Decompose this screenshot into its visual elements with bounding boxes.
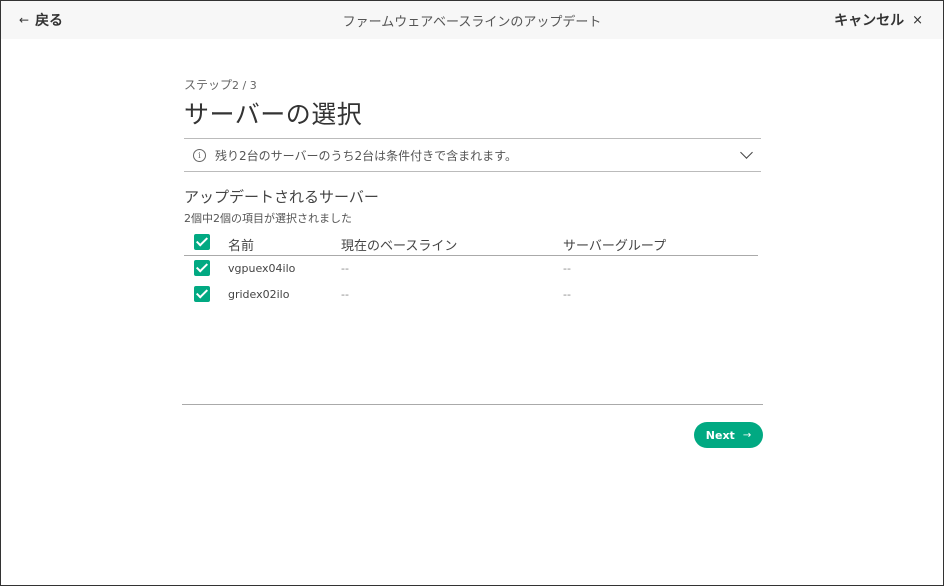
cancel-label: キャンセル [834, 13, 905, 29]
server-baseline: -- [341, 288, 349, 301]
window-title: ファームウェアベースラインのアップデート [342, 15, 602, 30]
column-header-group[interactable]: サーバーグループ [563, 235, 666, 254]
server-group: -- [563, 262, 571, 275]
page-title: サーバーの選択 [184, 100, 363, 129]
close-icon: × [912, 12, 923, 28]
cancel-button[interactable]: キャンセル × [834, 10, 923, 30]
next-button[interactable]: Next → [694, 422, 763, 448]
footer-divider [182, 404, 763, 405]
main-content: ステップ2 / 3 サーバーの選択 i 残り2台のサーバーのうち2台は条件付きで… [184, 76, 761, 302]
arrow-right-icon: → [742, 429, 752, 441]
next-label: Next [705, 428, 735, 442]
row-checkbox[interactable] [194, 260, 210, 276]
server-baseline: -- [341, 262, 349, 275]
column-header-name[interactable]: 名前 [228, 235, 254, 254]
server-table: 名前 現在のベースライン サーバーグループ vgpuex04ilo -- -- … [184, 231, 758, 308]
selection-count: 2個中2個の項目が選択されました [184, 212, 352, 225]
table-row[interactable]: vgpuex04ilo -- -- [184, 256, 758, 282]
info-icon: i [193, 148, 206, 162]
table-header: 名前 現在のベースライン サーバーグループ [184, 231, 758, 256]
wizard-window: ← 戻る ファームウェアベースラインのアップデート キャンセル × ステップ2 … [0, 0, 944, 586]
step-indicator: ステップ2 / 3 [184, 76, 761, 93]
step-prefix: ステップ [184, 78, 233, 92]
server-group: -- [563, 288, 571, 301]
top-bar: ← 戻る ファームウェアベースラインのアップデート キャンセル × [1, 1, 943, 39]
info-message: 残り2台のサーバーのうち2台は条件付きで含まれます。 [215, 148, 517, 163]
table-row[interactable]: gridex02ilo -- -- [184, 282, 758, 308]
server-name: vgpuex04ilo [228, 262, 296, 275]
section-title: アップデートされるサーバー [184, 188, 379, 206]
chevron-down-icon[interactable] [740, 146, 753, 159]
server-name: gridex02ilo [228, 288, 290, 301]
select-all-checkbox[interactable] [194, 234, 210, 250]
column-header-baseline[interactable]: 現在のベースライン [341, 235, 457, 254]
row-checkbox[interactable] [194, 286, 210, 302]
step-number: 2 / 3 [232, 79, 257, 92]
info-banner[interactable]: i 残り2台のサーバーのうち2台は条件付きで含まれます。 [184, 138, 761, 172]
